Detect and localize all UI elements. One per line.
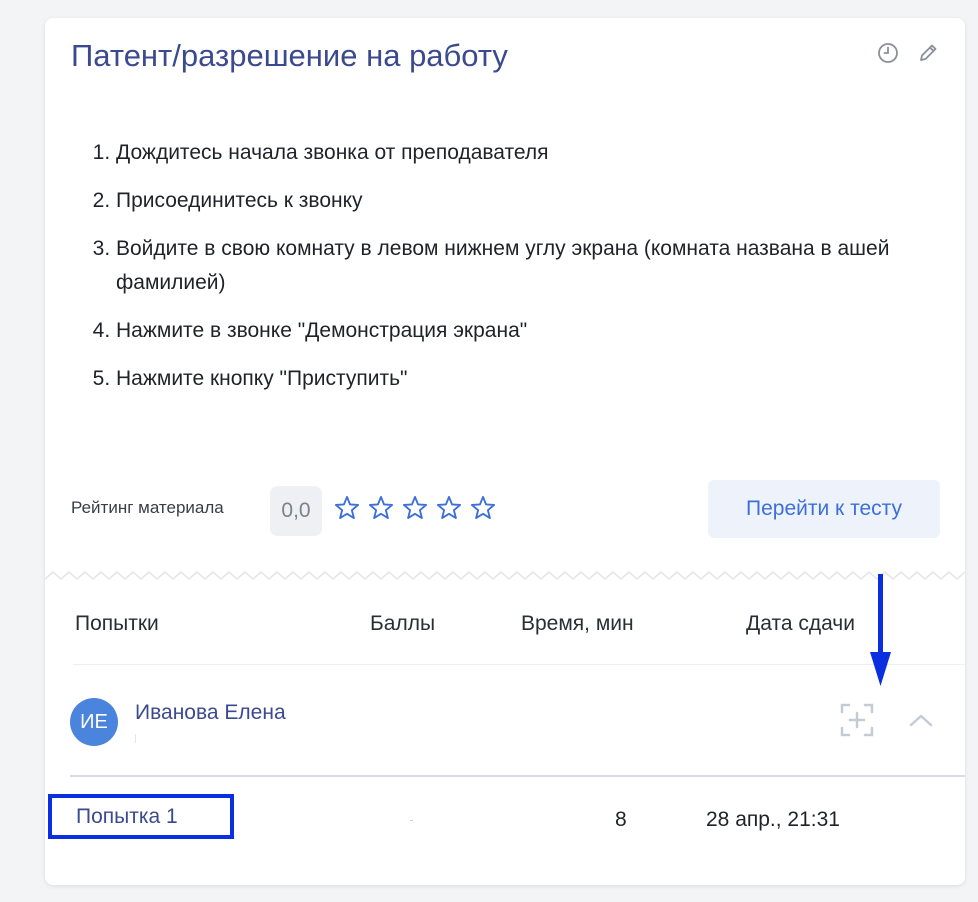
instruction-item: Нажмите кнопку "Приступить": [116, 362, 976, 396]
zigzag-divider: [45, 571, 965, 580]
header-divider: [73, 664, 965, 665]
clock-icon[interactable]: [877, 42, 899, 64]
column-header-score: Баллы: [370, 612, 436, 635]
score-empty: [410, 820, 413, 821]
material-card: Патент/разрешение на работу Дождитесь на…: [45, 18, 965, 885]
attempt-date: 28 апр., 21:31: [706, 808, 840, 831]
star-icon[interactable]: [435, 494, 463, 522]
attempt-link[interactable]: Попытка 1: [48, 794, 234, 839]
expand-frame-icon[interactable]: [838, 701, 876, 739]
rating-value: 0,0: [270, 486, 322, 536]
avatar: ИЕ: [70, 698, 118, 746]
rating-stars: [333, 494, 497, 522]
column-header-attempts: Попытки: [75, 612, 159, 635]
column-header-date: Дата сдачи: [746, 612, 855, 635]
attempt-time: 8: [615, 808, 627, 831]
rating-label: Рейтинг материала: [71, 498, 224, 517]
annotation-arrow: [870, 574, 891, 686]
star-icon[interactable]: [401, 494, 429, 522]
student-subtext: [135, 734, 136, 743]
page-title: Патент/разрешение на работу: [71, 38, 508, 73]
chevron-up-icon[interactable]: [907, 708, 935, 732]
student-divider: [70, 775, 965, 777]
instruction-item: Дождитесь начала звонка от преподавателя: [116, 136, 976, 170]
star-icon[interactable]: [367, 494, 395, 522]
star-icon[interactable]: [469, 494, 497, 522]
pencil-icon[interactable]: [917, 42, 939, 64]
instruction-item: Присоединитесь к звонку: [116, 184, 976, 218]
instruction-list: Дождитесь начала звонка от преподавателя…: [89, 136, 976, 410]
instruction-item: Войдите в свою комнату в левом нижнем уг…: [116, 232, 976, 300]
student-name-link[interactable]: Иванова Елена: [135, 701, 286, 725]
instruction-item: Нажмите в звонке "Демонстрация экрана": [116, 314, 976, 348]
column-header-time: Время, мин: [521, 612, 634, 635]
go-to-test-button[interactable]: Перейти к тесту: [708, 480, 940, 538]
star-icon[interactable]: [333, 494, 361, 522]
